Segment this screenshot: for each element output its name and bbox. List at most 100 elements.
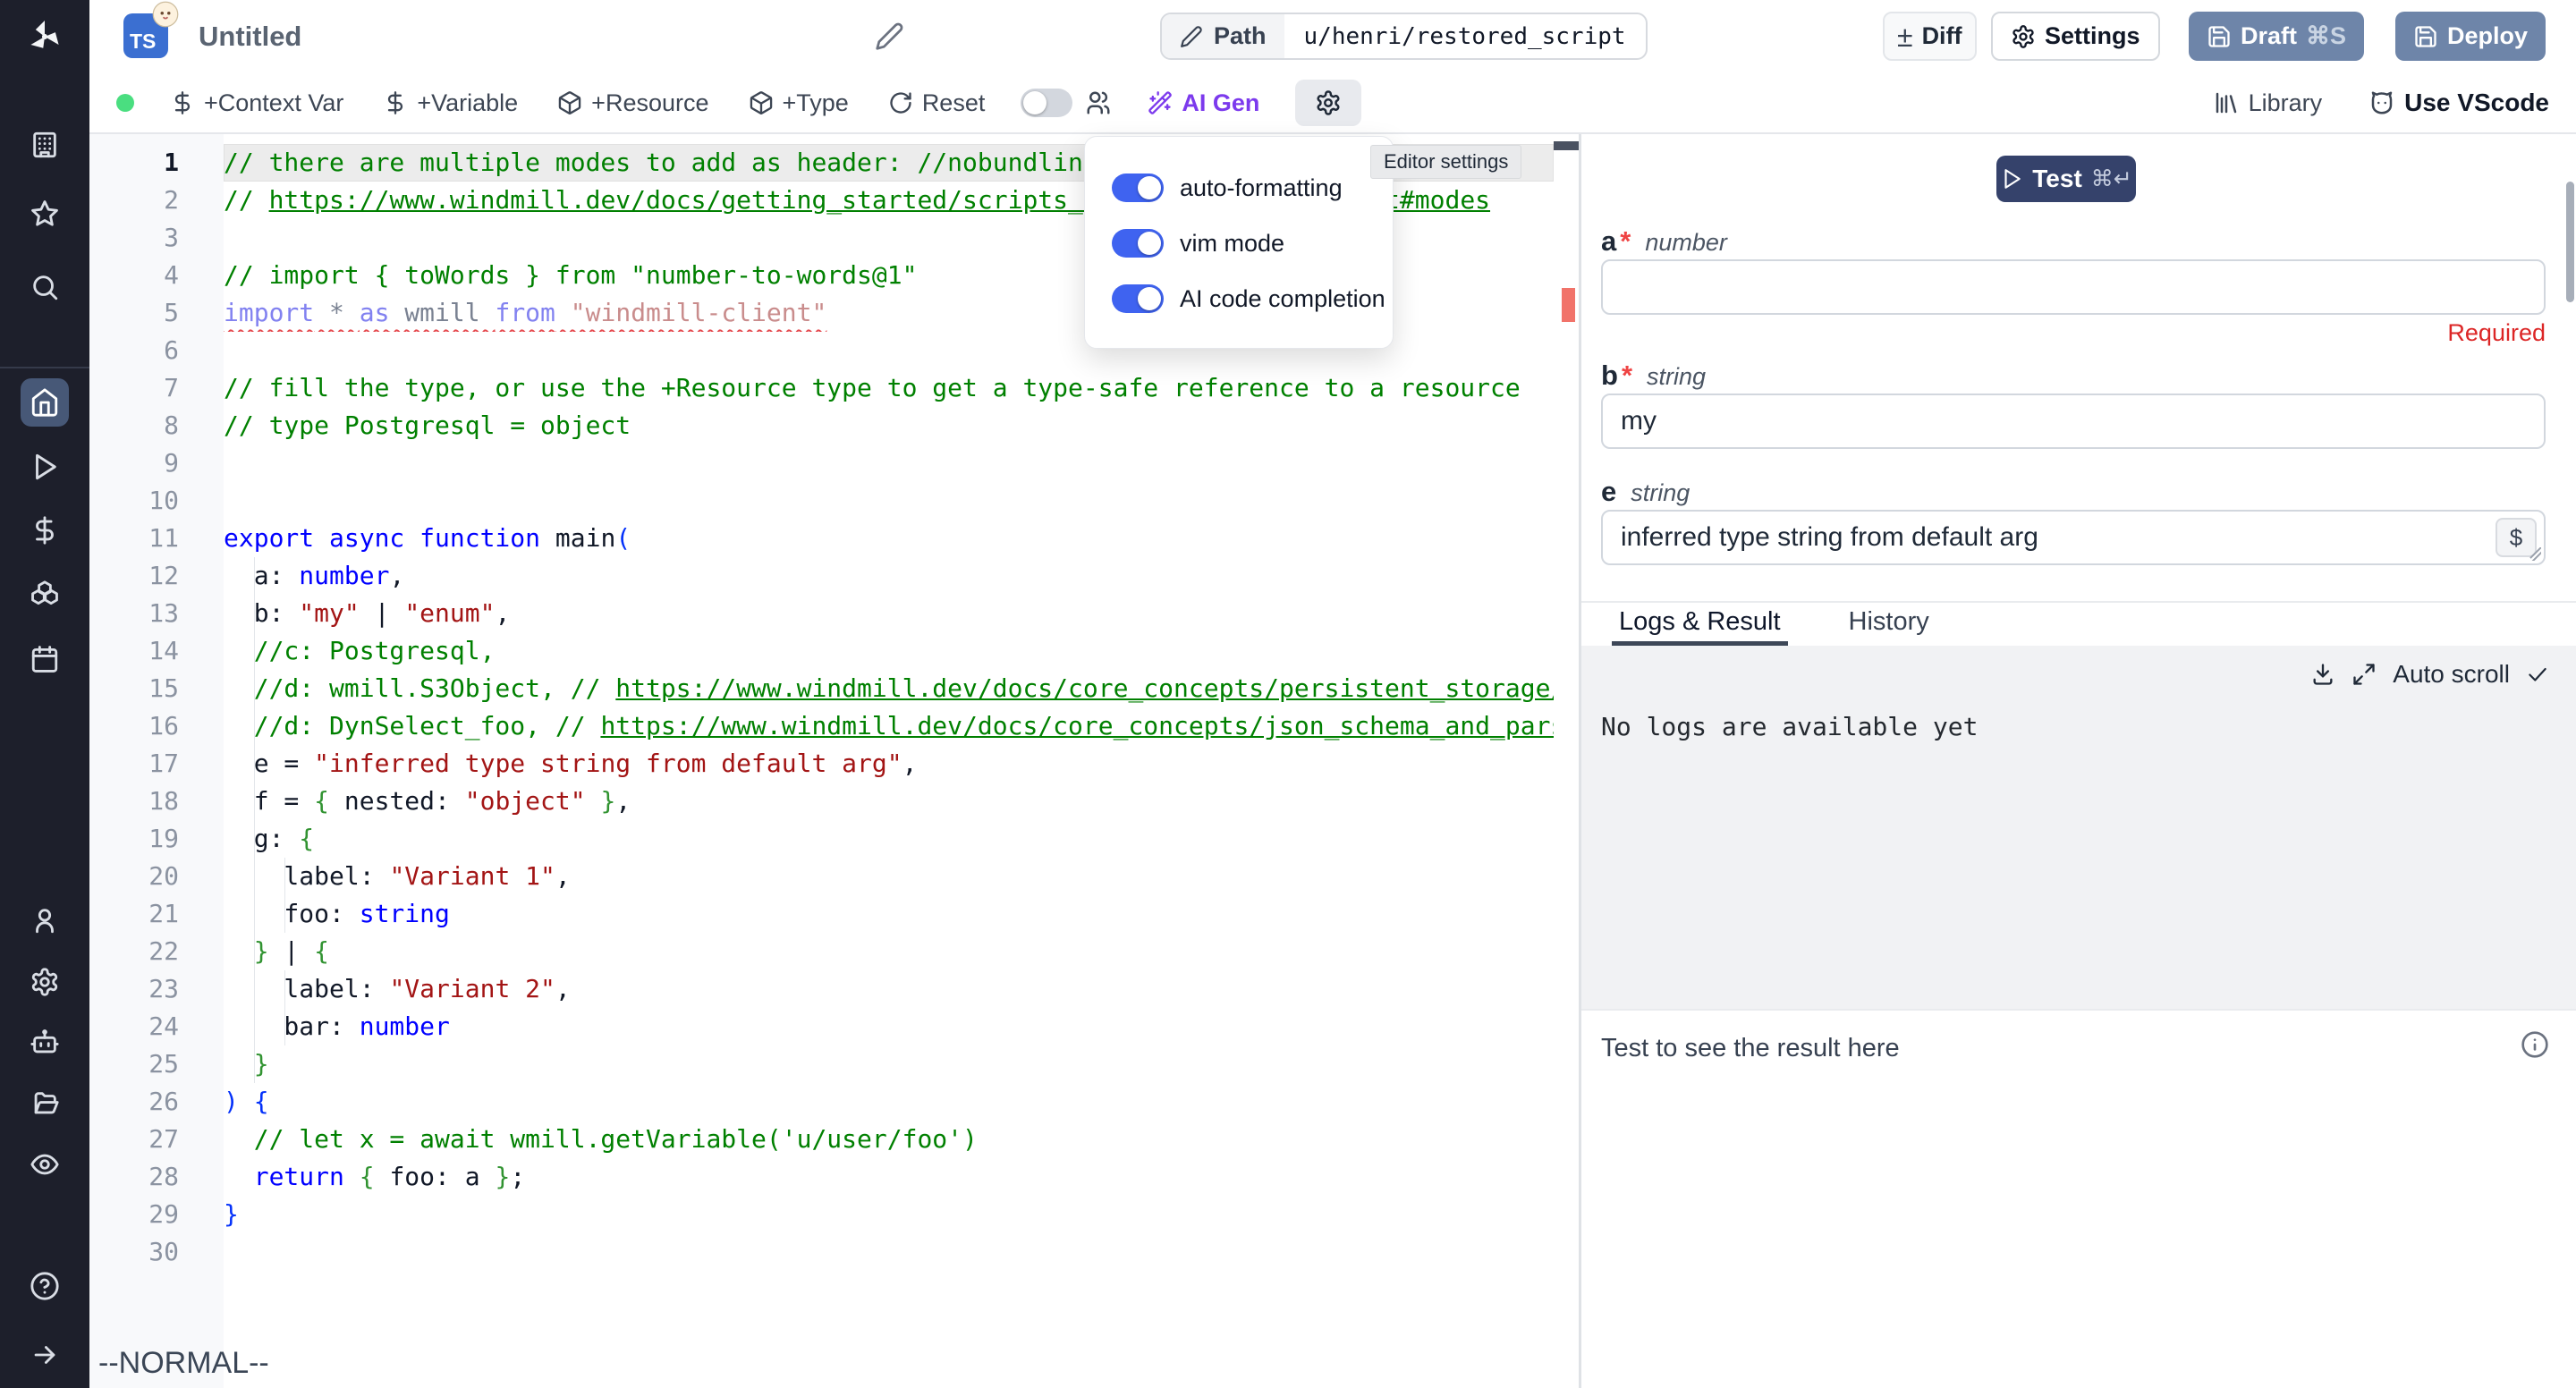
code-line-26[interactable]: 26) { (89, 1083, 1554, 1121)
code-line-20[interactable]: 20 label: "Variant 1", (89, 858, 1554, 895)
status-dot (116, 94, 134, 112)
code-line-28[interactable]: 28 return { foo: a }; (89, 1158, 1554, 1196)
toolbar-reset-button[interactable]: Reset (888, 89, 986, 117)
code-line-18[interactable]: 18 f = { nested: "object" }, (89, 783, 1554, 820)
toggle-auto-formatting[interactable] (1112, 174, 1164, 202)
sidebar-item-calendar[interactable] (21, 635, 69, 683)
toolbar-right: Library Use VScode (2213, 89, 2549, 117)
building-icon (30, 130, 60, 160)
sidebar-item-star[interactable] (21, 190, 69, 238)
editor-settings-button[interactable] (1295, 80, 1361, 126)
sidebar-item-home[interactable] (21, 378, 69, 427)
toggle-ai-code-completion[interactable] (1112, 284, 1164, 313)
result-placeholder: Test to see the result here (1601, 1034, 1900, 1063)
sidebar-item-gear[interactable] (21, 958, 69, 1006)
sidebar-item-boxes[interactable] (21, 571, 69, 619)
code-line-30[interactable]: 30 (89, 1233, 1554, 1271)
page-title: Untitled (199, 0, 301, 73)
tab-logs-result[interactable]: Logs & Result (1612, 603, 1788, 646)
toggle-vim-mode[interactable] (1112, 229, 1164, 258)
tab-history[interactable]: History (1842, 603, 1936, 646)
ai-gen-button[interactable]: AI Gen (1148, 89, 1259, 117)
toggle-label-ai-code-completion: AI code completion (1180, 285, 1385, 313)
code-line-23[interactable]: 23 label: "Variant 2", (89, 970, 1554, 1008)
scrollbar-thumb[interactable] (1554, 141, 1579, 150)
sidebar-item-eye[interactable] (21, 1140, 69, 1189)
code-line-25[interactable]: 25 } (89, 1045, 1554, 1083)
download-icon[interactable] (2310, 662, 2335, 687)
test-button[interactable]: Test ⌘↵ (1996, 156, 2136, 202)
code-line-21[interactable]: 21 foo: string (89, 895, 1554, 933)
sidebar (0, 0, 89, 1388)
editor-toolbar: +Context Var +Variable +Resource +Type Reset… (89, 73, 2576, 134)
field-input-a[interactable] (1601, 259, 2546, 315)
code-line-29[interactable]: 29} (89, 1196, 1554, 1233)
vscode-icon (2368, 89, 2395, 116)
code-line-12[interactable]: 12 a: number, (89, 557, 1554, 595)
sidebar-item-arrow-right[interactable] (21, 1331, 69, 1379)
sidebar-item-play[interactable] (21, 443, 69, 491)
sidebar-item-dollar[interactable] (21, 506, 69, 554)
user-icon (30, 905, 60, 935)
code-line-22[interactable]: 22 } | { (89, 933, 1554, 970)
args-form: a*numberRequiredb*stringmyestringinferre… (1601, 213, 2546, 601)
field-input-b[interactable]: my (1601, 394, 2546, 449)
info-icon[interactable] (2521, 1030, 2549, 1059)
sidebar-item-search[interactable] (21, 263, 69, 311)
save-icon (2207, 24, 2232, 49)
expand-icon[interactable] (2351, 662, 2377, 687)
sidebar-item-user[interactable] (21, 896, 69, 944)
no-logs-message: No logs are available yet (1601, 712, 1978, 741)
use-vscode-button[interactable]: Use VScode (2368, 89, 2549, 117)
toolbar-items: +Context Var +Variable +Resource +Type Reset (170, 89, 985, 117)
code-line-7[interactable]: 7// fill the type, or use the +Resource … (89, 369, 1554, 407)
code-line-15[interactable]: 15 //d: wmill.S3Object, // https://www.w… (89, 670, 1554, 707)
windmill-logo-icon[interactable] (21, 13, 69, 61)
sidebar-divider (0, 367, 89, 368)
editor-settings-tooltip: Editor settings (1370, 145, 1521, 179)
auto-scroll-checkbox[interactable] (2526, 663, 2549, 686)
code-line-17[interactable]: 17 e = "inferred type string from defaul… (89, 745, 1554, 783)
diff-button[interactable]: ± Diff (1883, 12, 1977, 61)
dollar-icon (30, 515, 60, 546)
code-line-9[interactable]: 9 (89, 444, 1554, 482)
settings-button[interactable]: Settings (1991, 12, 2160, 61)
code-line-16[interactable]: 16 //d: DynSelect_foo, // https://www.wi… (89, 707, 1554, 745)
help-circle-icon (30, 1271, 60, 1301)
field-input-e[interactable]: inferred type string from default arg$ (1601, 510, 2546, 565)
toolbar-variable-button[interactable]: +Variable (383, 89, 518, 117)
code-line-27[interactable]: 27 // let x = await wmill.getVariable('u… (89, 1121, 1554, 1158)
draft-button[interactable]: Draft ⌘S (2189, 12, 2364, 61)
toolbar-type-button[interactable]: +Type (749, 89, 849, 117)
path-value[interactable]: u/henri/restored_script (1284, 14, 1646, 58)
toolbar-resource-button[interactable]: +Resource (557, 89, 708, 117)
library-button[interactable]: Library (2213, 89, 2323, 117)
path-label: Path (1214, 22, 1267, 50)
code-line-19[interactable]: 19 g: { (89, 820, 1554, 858)
sidebar-item-building[interactable] (21, 121, 69, 169)
diff-mode-toggle-group (1021, 89, 1112, 117)
script-path-field[interactable]: Path u/henri/restored_script (1160, 13, 1648, 60)
code-line-24[interactable]: 24 bar: number (89, 1008, 1554, 1045)
resize-handle[interactable] (2528, 547, 2541, 561)
auto-scroll-label: Auto scroll (2393, 660, 2510, 689)
code-line-13[interactable]: 13 b: "my" | "enum", (89, 595, 1554, 632)
diff-mode-toggle[interactable] (1021, 89, 1072, 117)
sidebar-item-bot[interactable] (21, 1019, 69, 1067)
result-tabs: Logs & Result History (1581, 601, 2576, 646)
edit-title-pencil-icon[interactable] (875, 21, 904, 51)
code-line-8[interactable]: 8// type Postgresql = object (89, 407, 1554, 444)
field-name: b (1601, 360, 1618, 392)
code-line-14[interactable]: 14 //c: Postgresql, (89, 632, 1554, 670)
toolbar-context-var-button[interactable]: +Context Var (170, 89, 343, 117)
save-icon (2413, 24, 2438, 49)
field-b: b*stringmy (1601, 360, 2546, 449)
sidebar-item-folder-open[interactable] (21, 1079, 69, 1128)
panel-scrollbar[interactable] (2566, 182, 2574, 302)
code-line-10[interactable]: 10 (89, 482, 1554, 520)
code-line-11[interactable]: 11export async function main( (89, 520, 1554, 557)
users-icon (1085, 89, 1112, 116)
play-icon (2000, 167, 2023, 190)
deploy-button[interactable]: Deploy (2395, 12, 2546, 61)
sidebar-item-help-circle[interactable] (21, 1262, 69, 1310)
